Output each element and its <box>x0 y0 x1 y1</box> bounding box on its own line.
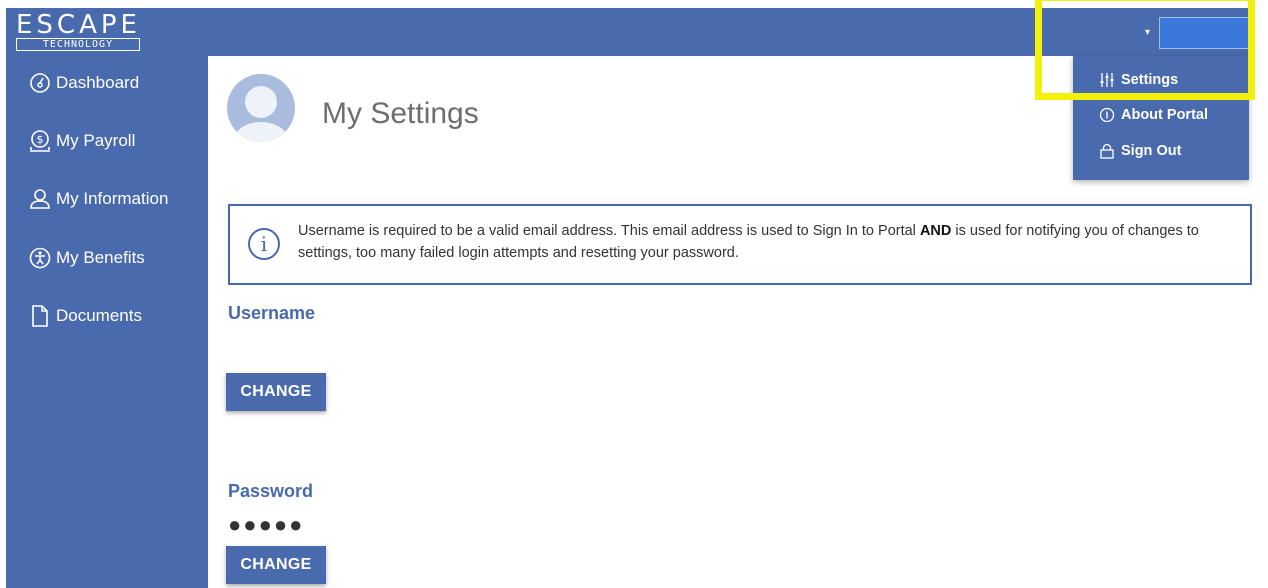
sliders-icon <box>1099 72 1115 88</box>
top-bar: ESCAPE TECHNOLOGY ▾ <box>6 8 1255 56</box>
payroll-icon: $ <box>26 127 54 155</box>
change-password-button[interactable]: CHANGE <box>226 546 326 584</box>
logo-text: ESCAPE <box>16 10 141 40</box>
sidebar-item-label: My Information <box>56 189 169 208</box>
menu-item-label: Settings <box>1121 72 1179 88</box>
sidebar-item-my-benefits[interactable]: My Benefits <box>6 238 208 278</box>
info-notice: i Username is required to be a valid ema… <box>228 204 1252 285</box>
sidebar-item-my-information[interactable]: My Information <box>6 179 208 219</box>
sidebar: Dashboard $ My Payroll My Information My… <box>6 56 208 588</box>
avatar <box>227 74 295 142</box>
password-label: Password <box>228 481 314 501</box>
user-dropdown-menu: Settings About Portal Sign Out <box>1073 56 1249 180</box>
chevron-down-icon[interactable]: ▾ <box>1145 27 1150 38</box>
user-menu-button[interactable] <box>1159 17 1255 49</box>
gauge-icon <box>26 69 54 97</box>
sidebar-item-label: Dashboard <box>56 73 140 92</box>
sidebar-item-dashboard[interactable]: Dashboard <box>6 63 208 103</box>
document-icon <box>26 302 54 330</box>
menu-item-label: About Portal <box>1121 107 1208 123</box>
sidebar-item-label: My Payroll <box>56 131 136 150</box>
sidebar-item-my-payroll[interactable]: $ My Payroll <box>6 121 208 161</box>
svg-text:i: i <box>261 232 267 256</box>
sidebar-item-label: My Benefits <box>56 248 145 267</box>
svg-text:$: $ <box>37 133 44 146</box>
escape-technology-logo[interactable]: ESCAPE TECHNOLOGY <box>16 12 146 54</box>
info-icon <box>1099 107 1115 123</box>
username-label: Username <box>228 303 316 323</box>
accessibility-icon <box>26 244 54 272</box>
info-icon: i <box>247 227 281 261</box>
password-masked-value: ●●●●● <box>228 512 305 537</box>
menu-item-about-portal[interactable]: About Portal <box>1099 107 1208 123</box>
menu-item-settings[interactable]: Settings <box>1099 72 1178 88</box>
sidebar-item-label: Documents <box>56 306 142 325</box>
page-title: My Settings <box>322 97 479 130</box>
user-icon <box>26 185 54 213</box>
sidebar-item-documents[interactable]: Documents <box>6 296 208 336</box>
info-text: Username is required to be a valid email… <box>298 223 1199 261</box>
logo-subtext: TECHNOLOGY <box>16 38 140 51</box>
menu-item-label: Sign Out <box>1121 143 1182 159</box>
lock-icon <box>1099 143 1115 159</box>
menu-item-sign-out[interactable]: Sign Out <box>1099 143 1181 159</box>
change-username-button[interactable]: CHANGE <box>226 373 326 411</box>
